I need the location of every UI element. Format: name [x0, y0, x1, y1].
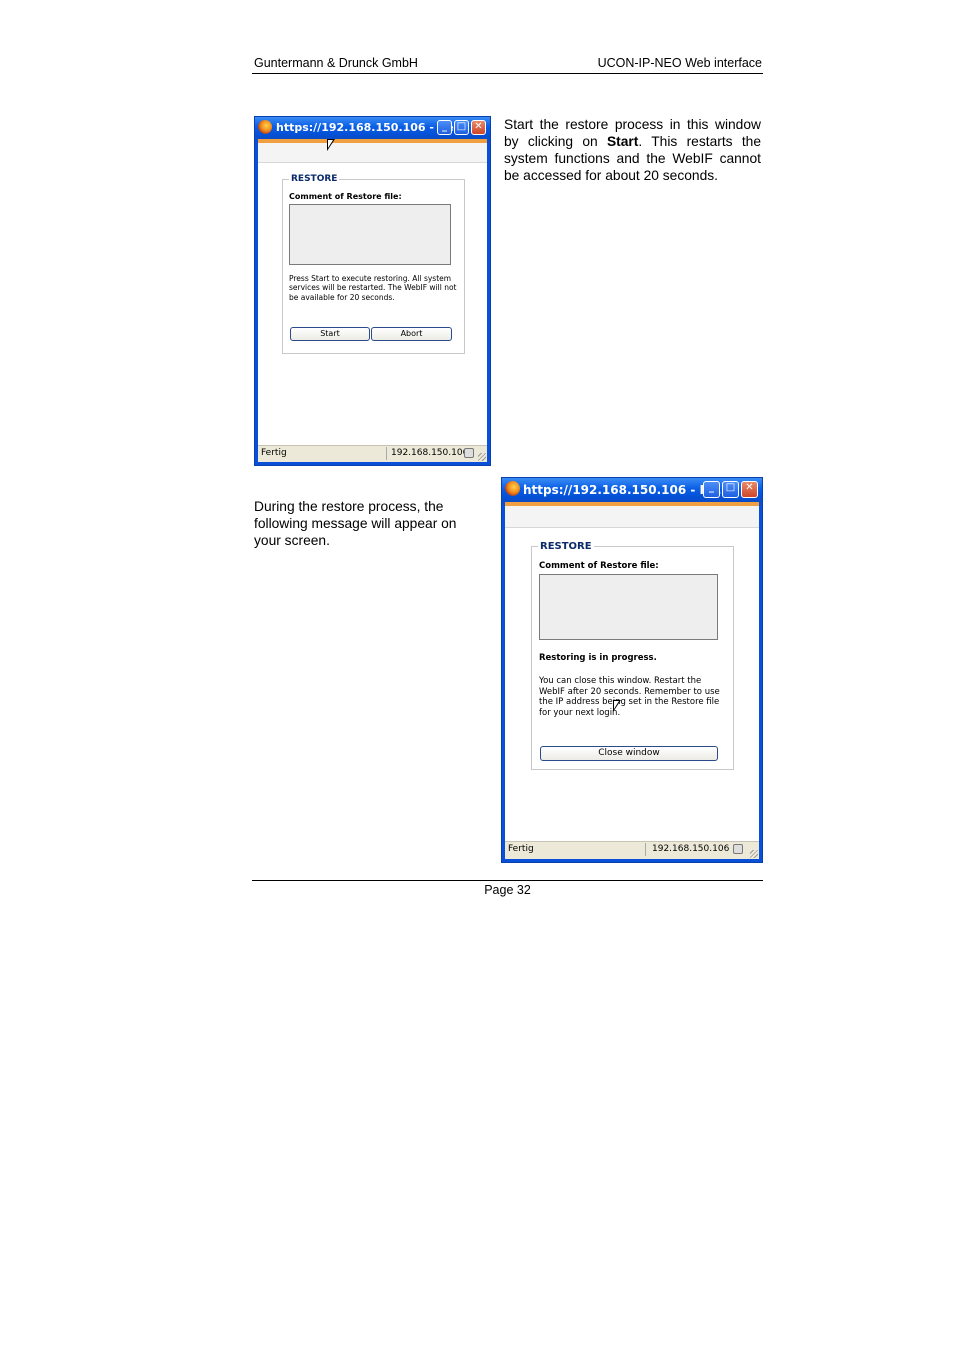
close-icon[interactable]: ✕: [471, 120, 486, 135]
footer-divider: [252, 880, 763, 881]
comment-textarea[interactable]: [539, 574, 718, 640]
resize-grip-icon[interactable]: [750, 850, 758, 858]
paragraph-start-instructions: Start the restore process in this window…: [504, 116, 761, 184]
start-button[interactable]: Start: [290, 327, 370, 341]
toolbar-area: [505, 506, 759, 528]
comment-label: Comment of Restore file:: [289, 192, 402, 201]
window-titlebar[interactable]: https://192.168.150.106 - Re... _ □ ✕: [502, 478, 762, 502]
header-company: Guntermann & Drunck GmbH: [254, 56, 418, 70]
status-bar: Fertig 192.168.150.106: [505, 841, 759, 859]
status-divider: [645, 843, 646, 856]
restore-fieldset: RESTORE Comment of Restore file: Restori…: [531, 541, 734, 770]
toolbar-area: [258, 143, 487, 163]
restore-message: Press Start to execute restoring. All sy…: [289, 274, 457, 302]
lock-icon: [464, 448, 474, 458]
status-divider: [386, 447, 387, 460]
status-host: 192.168.150.106: [391, 448, 469, 458]
restore-message: You can close this window. Restart the W…: [539, 676, 720, 718]
window-titlebar[interactable]: https://192.168.150.106 - Re... _ □ ✕: [255, 117, 490, 139]
status-bar: Fertig 192.168.150.106: [258, 445, 487, 462]
restore-window-2: https://192.168.150.106 - Re... _ □ ✕ RE…: [501, 477, 763, 863]
restore-legend: RESTORE: [291, 174, 338, 184]
status-text: Fertig: [508, 844, 534, 854]
window-content: RESTORE Comment of Restore file: Press S…: [258, 139, 487, 462]
progress-text: Restoring is in progress.: [539, 653, 657, 663]
page-number: Page 32: [484, 883, 531, 897]
status-host: 192.168.150.106: [652, 844, 730, 854]
minimize-icon[interactable]: _: [437, 120, 452, 135]
window-title: https://192.168.150.106 - Re...: [523, 483, 731, 497]
comment-textarea[interactable]: [289, 204, 451, 265]
paragraph-during-restore: During the restore process, the followin…: [254, 499, 457, 548]
paragraph-bold-start: Start: [606, 134, 639, 149]
firefox-icon: [258, 120, 272, 134]
restore-fieldset: RESTORE Comment of Restore file: Press S…: [282, 174, 465, 354]
status-text: Fertig: [261, 448, 287, 458]
mouse-cursor-icon: [327, 139, 335, 151]
maximize-icon[interactable]: □: [722, 481, 739, 498]
maximize-icon[interactable]: □: [454, 120, 469, 135]
header-product: UCON-IP-NEO Web interface: [597, 56, 762, 70]
firefox-icon: [505, 481, 520, 496]
window-content: RESTORE Comment of Restore file: Restori…: [505, 502, 759, 859]
header-divider: [252, 73, 763, 74]
restore-legend: RESTORE: [540, 541, 592, 552]
resize-grip-icon[interactable]: [478, 453, 486, 461]
mouse-cursor-icon: [613, 700, 621, 712]
lock-icon: [733, 844, 743, 854]
abort-button[interactable]: Abort: [371, 327, 452, 341]
minimize-icon[interactable]: _: [703, 481, 720, 498]
restore-window-1: https://192.168.150.106 - Re... _ □ ✕ RE…: [254, 116, 491, 466]
close-icon[interactable]: ✕: [741, 481, 758, 498]
comment-label: Comment of Restore file:: [539, 561, 659, 571]
close-window-button[interactable]: Close window: [540, 746, 718, 761]
